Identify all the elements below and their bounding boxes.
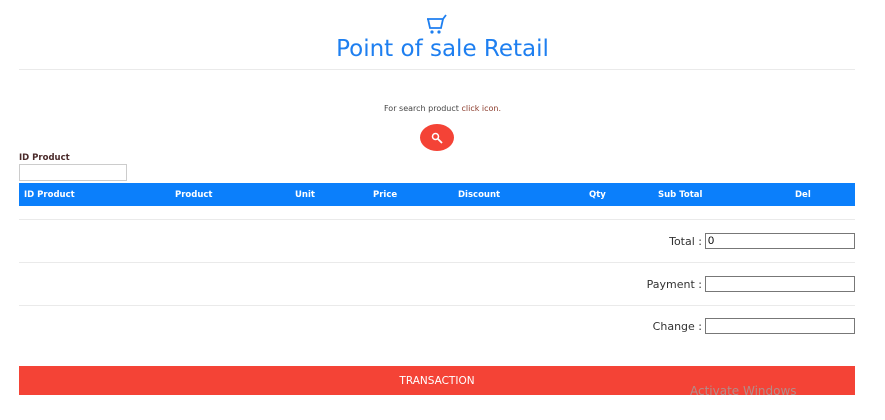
activate-windows-watermark: Activate Windows: [690, 384, 797, 398]
col-discount: Discount: [458, 190, 501, 200]
hint-link[interactable]: click icon.: [461, 104, 501, 113]
search-hint: For search product click icon.: [0, 104, 885, 113]
col-subtotal: Sub Total: [658, 190, 703, 200]
total-label: Total :: [669, 234, 702, 248]
col-qty: Qty: [589, 190, 606, 200]
hint-text: For search product: [383, 104, 462, 113]
change-input[interactable]: [705, 318, 855, 334]
col-price: Price: [373, 190, 398, 200]
change-row: Change :: [653, 318, 855, 334]
cart-icon: [427, 14, 447, 34]
divider: [19, 69, 855, 70]
page-title: Point of sale Retail: [336, 36, 549, 62]
id-product-input[interactable]: [19, 164, 127, 181]
payment-row: Payment :: [647, 276, 855, 292]
payment-input[interactable]: [705, 276, 855, 292]
payment-label: Payment :: [646, 277, 702, 291]
divider: [19, 305, 855, 306]
search-icon: [431, 132, 443, 144]
search-button[interactable]: [420, 124, 454, 151]
divider: [19, 262, 855, 263]
total-row: Total :: [669, 233, 855, 249]
col-id-product: ID Product: [24, 190, 75, 200]
change-label: Change :: [652, 319, 702, 333]
divider: [19, 219, 855, 220]
table-header: ID Product Product Unit Price Discount Q…: [19, 183, 855, 206]
total-input[interactable]: [705, 233, 855, 249]
col-product: Product: [175, 190, 213, 200]
col-del: Del: [795, 190, 811, 200]
col-unit: Unit: [295, 190, 315, 200]
id-product-label: ID Product: [19, 153, 70, 163]
